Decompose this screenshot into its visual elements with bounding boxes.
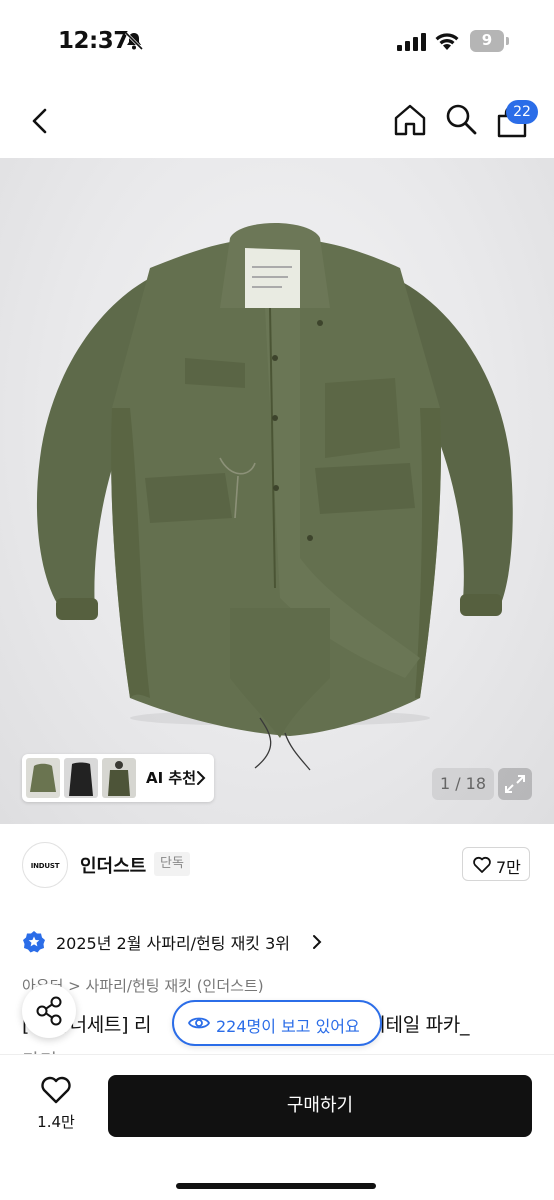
bottom-purchase-bar: 1.4만 구매하기 xyxy=(0,1054,554,1200)
signal-icon xyxy=(397,33,426,51)
exclusive-badge: 단독 xyxy=(154,852,190,876)
battery-level: 9 xyxy=(481,31,493,49)
thumbnail-khaki[interactable] xyxy=(26,758,60,798)
chevron-right-icon xyxy=(313,935,322,949)
image-page-counter: 1 / 18 xyxy=(432,768,494,800)
expand-icon[interactable] xyxy=(498,768,532,800)
wifi-icon xyxy=(435,33,459,50)
product-image-carousel[interactable]: AI 추천 1 / 18 xyxy=(0,158,554,824)
bell-slash-icon xyxy=(124,31,144,51)
brand-like-count: 7만 xyxy=(496,858,521,877)
eye-icon xyxy=(188,1017,210,1029)
heart-icon[interactable] xyxy=(40,1075,72,1105)
share-button[interactable] xyxy=(22,984,76,1038)
buy-button[interactable]: 구매하기 xyxy=(108,1075,532,1137)
status-time: 12:37 xyxy=(58,28,129,54)
star-badge-icon xyxy=(23,931,45,953)
brand-like-button[interactable]: 7만 xyxy=(462,847,530,881)
status-bar: 12:37 9 xyxy=(0,0,554,84)
ai-recommend-chip[interactable]: AI 추천 xyxy=(22,754,214,802)
brand-row: INDUST 인더스트 단독 7만 xyxy=(0,836,554,896)
brand-logo[interactable]: INDUST xyxy=(22,842,68,888)
home-icon[interactable] xyxy=(392,102,428,138)
top-nav xyxy=(0,90,554,156)
share-icon xyxy=(36,996,62,1026)
ai-recommend-label: AI 추천 xyxy=(146,769,197,787)
live-viewers-pill: 224명이 보고 있어요 xyxy=(172,1000,382,1046)
heart-icon xyxy=(473,856,491,873)
live-viewers-text: 224명이 보고 있어요 xyxy=(216,1017,360,1036)
search-icon[interactable] xyxy=(444,102,478,136)
product-photo xyxy=(36,223,513,771)
thumbnail-black[interactable] xyxy=(64,758,98,798)
ranking-text: 2025년 2월 사파리/헌팅 재킷 3위 xyxy=(56,934,291,953)
cart-count-badge: 22 xyxy=(506,100,538,124)
chevron-right-icon xyxy=(197,771,206,785)
brand-name[interactable]: 인더스트 xyxy=(80,852,146,878)
battery-indicator: 9 xyxy=(470,30,510,52)
home-indicator xyxy=(176,1183,376,1189)
back-icon[interactable] xyxy=(24,104,58,138)
wish-count: 1.4만 xyxy=(37,1113,75,1131)
thumbnail-model[interactable] xyxy=(102,758,136,798)
